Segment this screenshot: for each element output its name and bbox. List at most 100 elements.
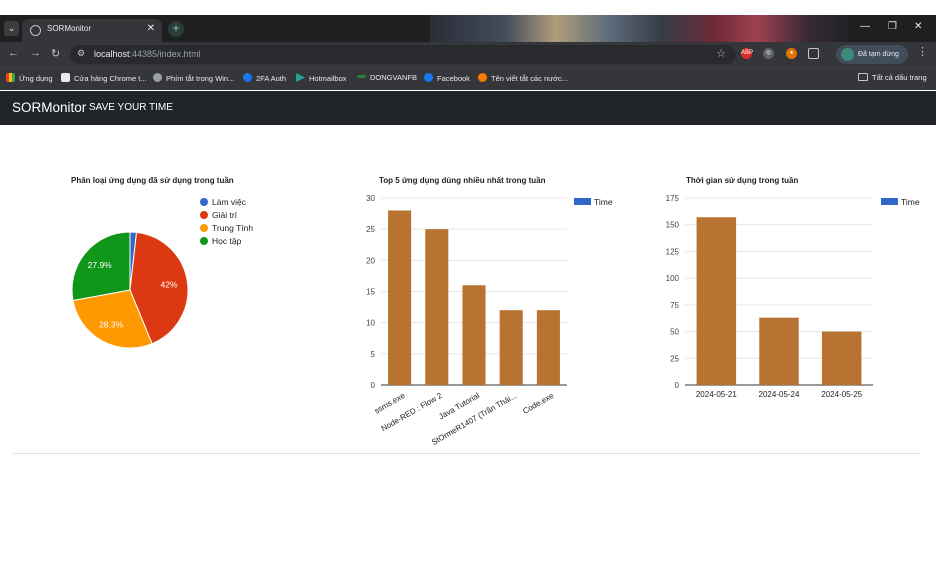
legend-swatch [574, 198, 591, 205]
site-icon [478, 73, 487, 82]
extensions-puzzle-icon[interactable] [808, 48, 819, 59]
bookmark-2fa-auth[interactable]: 2FA Auth [243, 73, 286, 83]
bookmark-apps[interactable]: Ứng dụng [6, 73, 53, 83]
browser-chrome: ⌄ SORMonitor ✕ + — ❐ ✕ ← → ↻ ⚙ localhost… [0, 15, 936, 90]
maximize-icon[interactable]: ❐ [888, 21, 897, 32]
adblock-extension-icon[interactable]: ABP [741, 48, 753, 59]
cookie-extension-icon[interactable]: ● [786, 48, 797, 59]
legend-swatch [200, 237, 208, 245]
y-tick-label: 15 [366, 288, 375, 297]
app-navbar: SORMonitor SAVE YOUR TIME [0, 91, 936, 125]
legend-label: Time [901, 197, 920, 207]
y-tick-label: 0 [675, 381, 680, 390]
browser-theme-artwork [430, 15, 850, 42]
legend-swatch [200, 224, 208, 232]
x-tick-label: 2024-05-25 [821, 390, 862, 399]
y-tick-label: 175 [666, 194, 680, 203]
address-bar[interactable]: ⚙ localhost:44385/index.html ☆ [70, 45, 736, 64]
url-text: localhost:44385/index.html [94, 49, 201, 59]
legend-swatch [881, 198, 898, 205]
back-icon[interactable]: ← [8, 47, 19, 59]
apps-grid-icon [6, 73, 15, 82]
y-tick-label: 75 [670, 301, 679, 310]
bookmark-chrome-store[interactable]: Cửa hàng Chrome t... [61, 73, 147, 83]
legend-swatch [200, 198, 208, 206]
browser-toolbar: ← → ↻ ⚙ localhost:44385/index.html ☆ ABP… [0, 42, 936, 67]
send-icon [296, 73, 305, 82]
bookmark-dongvanfb[interactable]: DONGVANFB [357, 73, 417, 82]
site-icon [357, 75, 366, 78]
tab-title: SORMonitor [47, 24, 92, 33]
tab-search-button[interactable]: ⌄ [4, 21, 19, 36]
legend-label: Trung Tính [212, 223, 253, 233]
y-tick-label: 125 [666, 247, 680, 256]
top5-bar-chart: 051015202530ssms.exeNode-RED : Flow 2Jav… [366, 194, 613, 447]
x-tick-label: Code.exe [521, 391, 556, 416]
tab-strip: ⌄ SORMonitor ✕ + — ❐ ✕ [0, 15, 936, 42]
y-tick-label: 5 [371, 350, 376, 359]
browser-menu-icon[interactable]: ⋮ [917, 45, 928, 58]
y-tick-label: 25 [670, 354, 679, 363]
y-tick-label: 50 [670, 328, 679, 337]
y-tick-label: 100 [666, 274, 680, 283]
reload-icon[interactable]: ↻ [51, 47, 60, 60]
top5-chart-title: Top 5 ứng dụng dùng nhiều nhất trong tuầ… [379, 176, 546, 185]
bookmark-country-abbreviations[interactable]: Tên viết tắt các nước... [478, 73, 568, 83]
y-tick-label: 10 [366, 319, 375, 328]
legend-swatch [200, 211, 208, 219]
legend-label: Time [594, 197, 613, 207]
y-tick-label: 25 [366, 225, 375, 234]
paused-label: Đã tạm dừng [858, 51, 899, 58]
section-divider [13, 453, 920, 454]
bar [462, 285, 486, 385]
bar [425, 229, 449, 385]
all-bookmarks-button[interactable]: Tất cả dấu trang [858, 73, 927, 82]
facebook-icon [243, 73, 252, 82]
bar [536, 310, 560, 385]
facebook-icon [424, 73, 433, 82]
close-tab-icon[interactable]: ✕ [147, 23, 155, 34]
bookmarks-bar: Ứng dụng Cửa hàng Chrome t... Phím tắt t… [0, 67, 936, 90]
nav-save-your-time[interactable]: SAVE YOUR TIME [89, 102, 173, 113]
y-tick-label: 30 [366, 194, 375, 203]
extension-icon[interactable]: ◎ [763, 48, 774, 59]
brand-link[interactable]: SORMonitor [12, 100, 86, 115]
bookmark-hotmailbox[interactable]: Hotmailbox [296, 73, 347, 83]
y-tick-label: 0 [371, 381, 376, 390]
pie-slice-label: 27.9% [88, 260, 113, 270]
site-info-icon[interactable]: ⚙ [77, 48, 85, 59]
folder-icon [858, 73, 868, 81]
bookmark-star-icon[interactable]: ☆ [716, 47, 726, 60]
x-tick-label: Node-RED : Flow 2 [380, 391, 445, 434]
bar [696, 217, 737, 385]
legend-label: Làm việc [212, 197, 247, 207]
weekly-chart-title: Thời gian sử dụng trong tuần [686, 176, 799, 185]
bookmark-facebook[interactable]: Facebook [424, 73, 470, 83]
profile-paused-button[interactable]: Đã tạm dừng [836, 45, 908, 64]
bar [759, 317, 799, 385]
new-tab-button[interactable]: + [168, 21, 184, 37]
globe-icon [153, 73, 162, 82]
pie-chart: 42% 28.3% 27.9% Làm việc Giải trí Trung Tính H… [71, 197, 253, 349]
x-tick-label: 2024-05-24 [759, 390, 800, 399]
tab-sormonitor[interactable]: SORMonitor ✕ [22, 19, 162, 42]
globe-icon [30, 25, 41, 36]
store-icon [61, 73, 70, 82]
bar [499, 310, 523, 385]
bookmark-windows-shortcuts[interactable]: Phím tắt trong Win... [153, 73, 234, 83]
y-tick-label: 150 [666, 221, 680, 230]
x-tick-label: 2024-05-21 [696, 390, 737, 399]
weekly-bar-chart: 0 25 50 75 100 125 150 175 2024-05-21 2024-05-24 2… [666, 194, 920, 399]
y-tick-label: 20 [366, 256, 375, 265]
pie-chart-title: Phân loại ứng dụng đã sử dụng trong tuần [71, 176, 234, 185]
legend-label: Giải trí [212, 210, 238, 220]
minimize-icon[interactable]: — [860, 21, 870, 32]
close-window-icon[interactable]: ✕ [914, 21, 922, 32]
bar [821, 331, 862, 385]
bar [388, 210, 412, 385]
profile-avatar [841, 48, 854, 61]
forward-icon[interactable]: → [30, 47, 41, 59]
pie-slice-label: 28.3% [99, 320, 124, 330]
legend-label: Học tập [212, 236, 242, 246]
pie-slice-label: 42% [161, 280, 178, 290]
